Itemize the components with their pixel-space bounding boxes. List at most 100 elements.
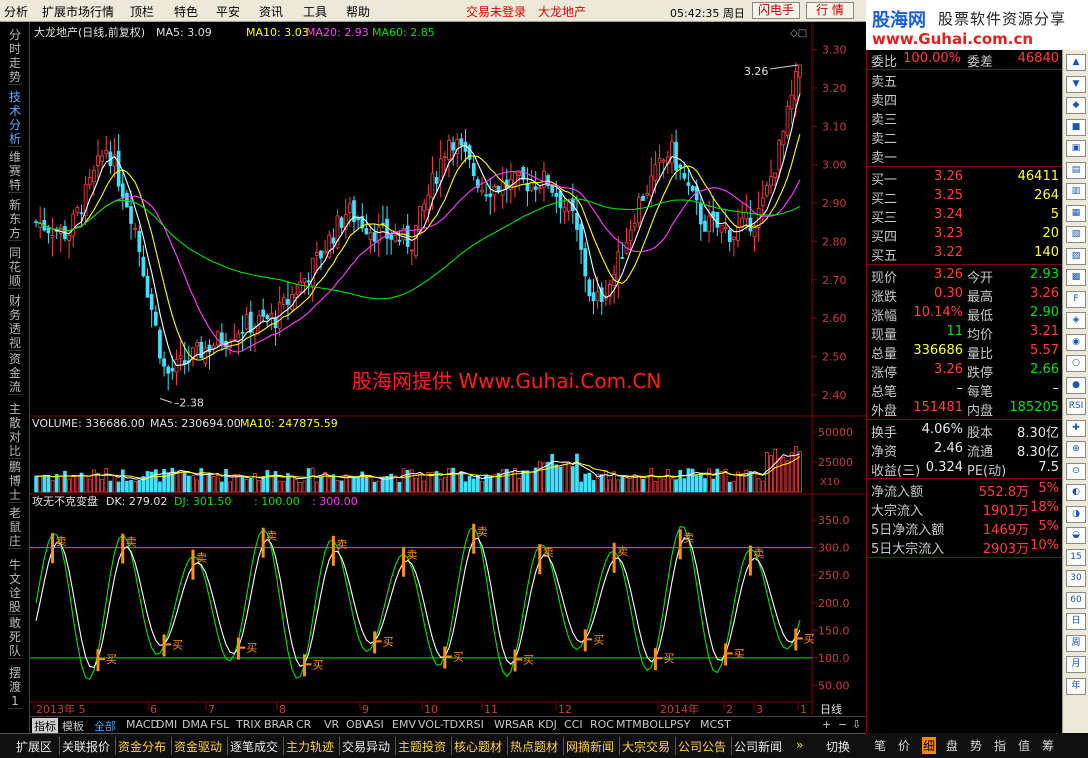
bottom-tab-1[interactable]: 扩展区	[16, 738, 52, 755]
indicator-tab-boll[interactable]: BOLL	[642, 718, 670, 731]
tool-button-6[interactable]: ▤	[1066, 161, 1086, 179]
menu-tools[interactable]: 工具	[303, 3, 327, 20]
indicator-tab-vr[interactable]: VR	[324, 718, 339, 731]
left-tab-7[interactable]: 资金流	[8, 352, 22, 395]
indicator-tab-asi[interactable]: ASI	[366, 718, 384, 731]
quote-button[interactable]: 行 情	[806, 2, 854, 19]
zoom-out-icon[interactable]: −	[838, 718, 847, 731]
tool-button-15[interactable]: ○	[1066, 355, 1086, 372]
tool-button-23[interactable]: ◒	[1066, 527, 1086, 544]
bottom-tab-5[interactable]: 逐笔成交	[230, 738, 278, 755]
indicator-tab-kdj[interactable]: KDJ	[538, 718, 557, 731]
indicator-tab-dma[interactable]: DMA	[182, 718, 208, 731]
tool-button-2[interactable]: ▼	[1066, 75, 1086, 93]
quote-tab-2[interactable]: 价	[898, 737, 910, 754]
quote-tab-8[interactable]: 筹	[1042, 737, 1054, 754]
tool-button-18[interactable]: ✚	[1066, 419, 1086, 437]
tool-button-25[interactable]: 30	[1066, 570, 1086, 587]
left-tab-12[interactable]: 敢死队	[8, 616, 22, 659]
tool-button-11[interactable]: ▩	[1066, 269, 1086, 286]
menu-extended-market[interactable]: 扩展市场行情	[42, 3, 114, 20]
left-tab-9[interactable]: 鹏博士	[8, 460, 22, 503]
menu-pingan[interactable]: 平安	[216, 3, 240, 20]
bottom-tab-14[interactable]: 公司新闻	[734, 738, 782, 755]
tool-button-28[interactable]: 周	[1066, 634, 1086, 652]
quote-tab-6[interactable]: 指	[994, 737, 1006, 754]
indicator-tab-roc[interactable]: ROC	[590, 718, 614, 731]
quote-tab-3[interactable]: 细	[922, 737, 937, 754]
tool-button-26[interactable]: 60	[1066, 591, 1086, 609]
tool-button-3[interactable]: ◆	[1066, 97, 1086, 114]
flash-trade-button[interactable]: 闪电手	[752, 2, 800, 19]
left-tab-10[interactable]: 老鼠庄	[8, 506, 22, 549]
indicator-tab-fsl[interactable]: FSL	[210, 718, 229, 731]
indicator-tab-trix[interactable]: TRIX	[236, 718, 261, 731]
tool-button-14[interactable]: ◉	[1066, 333, 1086, 351]
left-tab-8[interactable]: 主散对比	[8, 402, 22, 459]
indicator-tab-vol-tdx[interactable]: VOL-TDX	[418, 718, 466, 731]
bottom-tab-10[interactable]: 热点题材	[510, 738, 558, 755]
indicator-tab-mtm[interactable]: MTM	[616, 718, 642, 731]
left-tab-11[interactable]: 牛文诠股	[8, 558, 22, 615]
quote-tab-1[interactable]: 笔	[874, 737, 886, 754]
zoom-in-icon[interactable]: +	[822, 718, 831, 731]
bottom-tab-12[interactable]: 大宗交易	[622, 738, 670, 755]
tool-button-24[interactable]: 15	[1066, 548, 1086, 566]
indicator-tab-sar[interactable]: SAR	[512, 718, 534, 731]
quote-tab-7[interactable]: 值	[1018, 737, 1030, 754]
scroll-down-icon[interactable]: ⇩	[852, 718, 861, 731]
switch-button[interactable]: 切换	[826, 738, 850, 755]
tool-button-5[interactable]: ▣	[1066, 140, 1086, 157]
left-tab-4[interactable]: 新东方	[8, 198, 22, 241]
indicator-tab-指标[interactable]: 指标	[32, 718, 58, 734]
tool-button-19[interactable]: ⊕	[1066, 441, 1086, 458]
left-tab-6[interactable]: 财务透视	[8, 294, 22, 351]
left-tab-2[interactable]: 技术分析	[8, 90, 22, 147]
quote-tab-4[interactable]: 盘	[946, 737, 958, 754]
tool-button-29[interactable]: 月	[1066, 656, 1086, 673]
tool-button-1[interactable]: ▲	[1066, 54, 1086, 71]
indicator-tab-wr[interactable]: WR	[494, 718, 513, 731]
quote-tab-5[interactable]: 势	[970, 737, 982, 754]
menu-analysis[interactable]: 分析	[4, 3, 28, 20]
indicator-tab-macd[interactable]: MACD	[126, 718, 159, 731]
bottom-tab-8[interactable]: 主题投资	[398, 738, 446, 755]
tool-button-16[interactable]: ●	[1066, 376, 1086, 394]
indicator-tab-emv[interactable]: EMV	[392, 718, 416, 731]
menu-top-bar[interactable]: 顶栏	[130, 3, 154, 20]
bottom-tab-4[interactable]: 资金驱动	[174, 738, 222, 755]
tool-button-27[interactable]: 日	[1066, 613, 1086, 630]
tool-button-8[interactable]: ▦	[1066, 204, 1086, 222]
indicator-tab-brar[interactable]: BRAR	[264, 718, 294, 731]
menu-news[interactable]: 资讯	[259, 3, 283, 20]
tool-button-21[interactable]: ◐	[1066, 484, 1086, 501]
menu-help[interactable]: 帮助	[346, 3, 370, 20]
tool-button-30[interactable]: 年	[1066, 677, 1086, 695]
left-tab-5[interactable]: 同花顺	[8, 246, 22, 289]
tool-button-7[interactable]: ▥	[1066, 183, 1086, 200]
tool-button-4[interactable]: ■	[1066, 118, 1086, 136]
indicator-tab-dmi[interactable]: DMI	[156, 718, 177, 731]
tool-button-10[interactable]: ▨	[1066, 247, 1086, 265]
tool-button-12[interactable]: F	[1066, 290, 1086, 308]
bottom-tab-7[interactable]: 交易异动	[342, 738, 390, 755]
left-tab-13[interactable]: 摆渡1	[8, 666, 22, 709]
left-tab-1[interactable]: 分时走势	[8, 28, 22, 85]
left-tab-3[interactable]: 维赛特	[8, 150, 22, 193]
indicator-tab-模板[interactable]: 模板	[62, 718, 84, 734]
tool-button-22[interactable]: ◑	[1066, 505, 1086, 523]
tool-button-9[interactable]: ▧	[1066, 226, 1086, 243]
stock-chart[interactable]: 卖买 卖买 卖买 卖买 卖买 卖买 卖买 卖买 卖买 卖买 卖买 3.30 3.20 3.10 3.00 2…	[30, 22, 866, 715]
indicator-tab-rsi[interactable]: RSI	[466, 718, 484, 731]
bottom-tab-3[interactable]: 资金分布	[118, 738, 166, 755]
bottom-tab-11[interactable]: 网摘新闻	[566, 738, 614, 755]
indicator-tab-psy[interactable]: PSY	[670, 718, 690, 731]
indicator-tab-全部[interactable]: 全部	[94, 718, 116, 734]
indicator-tab-cr[interactable]: CR	[296, 718, 311, 731]
tool-button-20[interactable]: ⊙	[1066, 462, 1086, 480]
tool-button-17[interactable]: RSI	[1066, 398, 1086, 415]
tool-button-13[interactable]: ◈	[1066, 312, 1086, 329]
bottom-tab-6[interactable]: 主力轨迹	[286, 738, 334, 755]
bottom-tab-2[interactable]: 关联报价	[62, 738, 110, 755]
bottom-tab-13[interactable]: 公司公告	[678, 738, 726, 755]
